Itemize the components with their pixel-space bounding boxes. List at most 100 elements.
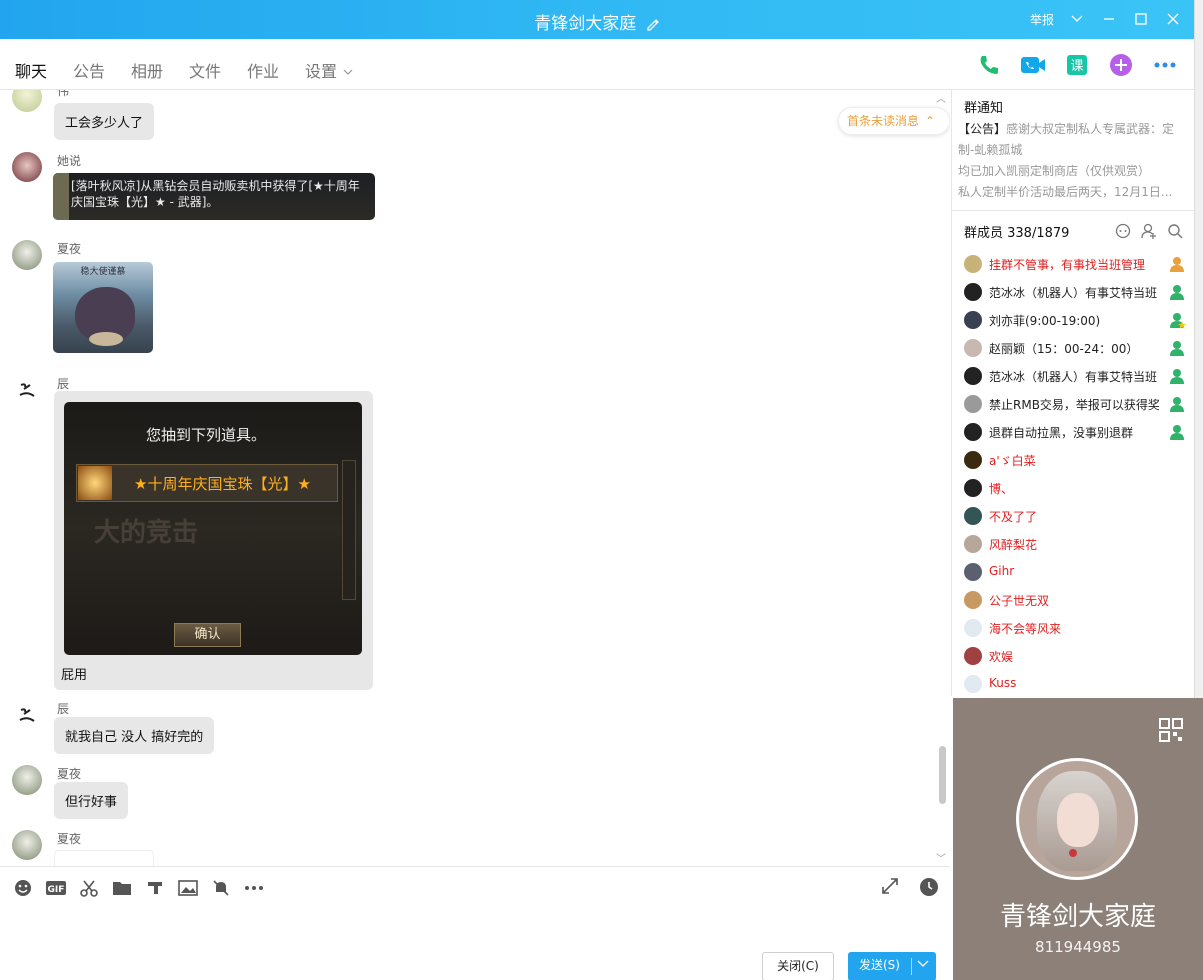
message-bubble: 但行好事 — [54, 782, 129, 819]
message-input-area[interactable]: GIF 关闭(C) 发送(S) — [0, 866, 950, 980]
member-avatar — [964, 535, 982, 553]
game-dialog-image[interactable]: 您抽到下列道具。 ★十周年庆国宝珠【光】★ 大的竞击 确认 — [64, 402, 362, 655]
member-avatar — [964, 479, 982, 497]
sticker-caption: 稳大使谨慕 — [80, 267, 126, 277]
mute-notification-icon[interactable] — [210, 877, 231, 898]
tab-settings[interactable]: 设置 — [305, 58, 354, 82]
group-avatar[interactable] — [1016, 758, 1138, 880]
notice-line-3: 私人定制半价活动最后两天，12月1日... — [958, 185, 1173, 199]
gif-icon[interactable]: GIF — [45, 877, 66, 898]
member-row[interactable]: 欢娱 — [964, 645, 1189, 669]
avatar[interactable] — [12, 700, 42, 730]
avatar[interactable] — [12, 765, 42, 795]
member-row[interactable]: 海不会等风来 — [964, 617, 1189, 641]
title-bar: 青锋剑大家庭 举报 — [0, 0, 1194, 39]
notice-prefix: 【公告】 — [958, 122, 1007, 136]
dialog-item-name: ★十周年庆国宝珠【光】★ — [134, 475, 311, 493]
tab-files[interactable]: 文件 — [189, 58, 221, 82]
game-screenshot-image[interactable]: [落叶秋风凉]从黑钻会员自动贩卖机中获得了[★十周年庆国宝珠【光】★ - 武器]… — [53, 173, 375, 220]
chat-message-area[interactable]: 伟 工会多少人了 她说 [落叶秋风凉]从黑钻会员自动贩卖机中获得了[★十周年庆国… — [0, 90, 950, 866]
avatar[interactable] — [12, 830, 42, 860]
sender-name: 夏夜 — [57, 767, 82, 781]
member-row[interactable]: Kuss — [964, 673, 1189, 696]
collapse-chevron-icon[interactable] — [1068, 10, 1086, 28]
member-row[interactable]: 风醉梨花 — [964, 533, 1189, 557]
member-row[interactable]: a'ゞ白菜 — [964, 449, 1189, 473]
class-icon[interactable]: 课 — [1064, 52, 1090, 78]
scissors-icon[interactable] — [78, 877, 99, 898]
report-button[interactable]: 举报 — [1030, 10, 1054, 28]
member-avatar — [964, 563, 982, 581]
maximize-icon[interactable] — [1132, 10, 1150, 28]
avatar[interactable] — [12, 152, 42, 182]
tab-album[interactable]: 相册 — [131, 58, 163, 82]
admin-badge-icon — [1168, 423, 1186, 444]
sender-name: 辰 — [57, 702, 70, 716]
avatar[interactable] — [12, 240, 42, 270]
message-bubble-image: 您抽到下列道具。 ★十周年庆国宝珠【光】★ 大的竞击 确认 屁用 — [54, 391, 373, 690]
minimize-icon[interactable] — [1100, 10, 1118, 28]
double-chevron-up-icon: ⌃ — [924, 114, 935, 128]
member-row[interactable]: 退群自动拉黑，没事别退群 — [964, 421, 1189, 445]
chat-bubble-icon[interactable] — [1115, 223, 1131, 243]
admin-badge-icon — [1168, 311, 1186, 332]
member-row[interactable]: 范冰冰（机器人）有事艾特当班 — [964, 281, 1189, 305]
image-caption-text: [落叶秋风凉]从黑钻会员自动贩卖机中获得了[★十周年庆国宝珠【光】★ - 武器]… — [71, 179, 360, 209]
qr-code-icon[interactable] — [1159, 718, 1183, 746]
member-row[interactable]: 公子世无双 — [964, 589, 1189, 613]
member-row[interactable]: 刘亦菲(9:00-19:00) — [964, 309, 1189, 333]
member-name: 挂群不管事，有事找当班管理 — [989, 258, 1146, 272]
send-button[interactable]: 发送(S) — [848, 952, 936, 980]
member-avatar — [964, 311, 982, 329]
group-side-panel: 群通知 【公告】感谢大叔定制私人专属武器：定制-虬赖孤城 均已加入凯丽定制商店（… — [951, 90, 1194, 696]
edit-icon[interactable] — [646, 17, 660, 31]
scroll-up-arrow[interactable]: ︿ — [936, 90, 946, 105]
image-placeholder[interactable] — [54, 850, 154, 866]
send-options-chevron-icon[interactable] — [916, 952, 930, 979]
member-name: 博、 — [989, 482, 1014, 496]
tab-announcement[interactable]: 公告 — [73, 58, 105, 82]
history-clock-icon[interactable] — [919, 877, 939, 901]
group-id: 811944985 — [1035, 938, 1121, 956]
search-icon[interactable] — [1167, 223, 1183, 243]
group-profile-card: 青锋剑大家庭 811944985 — [953, 698, 1203, 980]
notice-body[interactable]: 【公告】感谢大叔定制私人专属武器：定制-虬赖孤城 均已加入凯丽定制商店（仅供观赏… — [958, 119, 1188, 203]
member-avatar — [964, 619, 982, 637]
folder-icon[interactable] — [111, 877, 132, 898]
tab-chat[interactable]: 聊天 — [15, 58, 48, 94]
member-avatar — [964, 591, 982, 609]
emoji-icon[interactable] — [12, 877, 33, 898]
member-row[interactable]: 博、 — [964, 477, 1189, 501]
chat-scrollbar[interactable] — [939, 746, 946, 804]
member-row[interactable]: 范冰冰（机器人）有事艾特当班 — [964, 365, 1189, 389]
member-row[interactable]: 赵丽颖（15：00-24：00） — [964, 337, 1189, 361]
sticker-image[interactable]: 稳大使谨慕 — [53, 262, 153, 353]
avatar[interactable] — [12, 90, 42, 112]
close-button[interactable]: 关闭(C) — [762, 952, 834, 980]
confirm-button: 确认 — [174, 623, 241, 647]
expand-icon[interactable] — [881, 877, 899, 899]
member-row[interactable]: 不及了了 — [964, 505, 1189, 529]
more-icon[interactable] — [1152, 52, 1178, 78]
qq-group-chat-window: { "window": {"title": "青锋剑大家庭", "report"… — [0, 0, 1203, 980]
video-call-icon[interactable] — [1020, 52, 1046, 78]
sender-name: 她说 — [57, 154, 82, 168]
member-row[interactable]: 挂群不管事，有事找当班管理 — [964, 253, 1189, 277]
member-name: 赵丽颖（15：00-24：00） — [989, 342, 1139, 356]
unread-messages-button[interactable]: 首条未读消息 ⌃ — [838, 107, 950, 135]
scroll-down-arrow[interactable]: ﹀ — [936, 850, 946, 865]
svg-text:课: 课 — [1070, 59, 1083, 74]
member-row[interactable]: Gihr — [964, 561, 1189, 585]
image-icon[interactable] — [177, 877, 198, 898]
add-member-icon[interactable] — [1141, 223, 1157, 243]
member-avatar — [964, 395, 982, 413]
avatar[interactable] — [12, 375, 42, 405]
tab-homework[interactable]: 作业 — [247, 58, 279, 82]
screen-share-icon[interactable] — [144, 877, 165, 898]
phone-call-icon[interactable] — [976, 52, 1002, 78]
more-tools-icon[interactable] — [243, 877, 264, 898]
member-avatar — [964, 647, 982, 665]
add-app-icon[interactable] — [1108, 52, 1134, 78]
close-icon[interactable] — [1164, 10, 1182, 28]
member-row[interactable]: 禁止RMB交易，举报可以获得奖励 — [964, 393, 1189, 417]
